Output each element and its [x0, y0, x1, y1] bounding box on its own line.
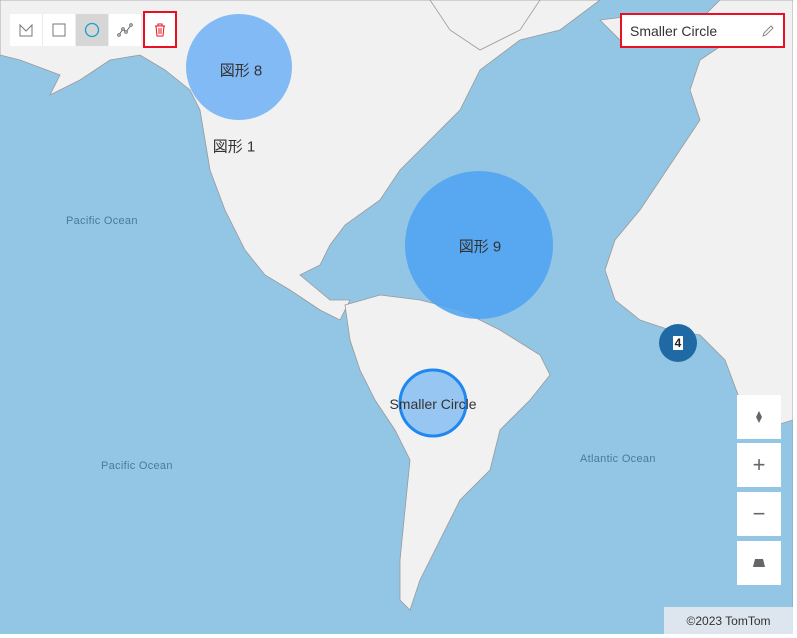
square-icon — [52, 23, 66, 37]
shape-label: 図形 9 — [458, 238, 502, 256]
zoom-out-button[interactable]: − — [737, 492, 781, 536]
pitch-button[interactable] — [737, 541, 781, 585]
compass-icon — [756, 411, 762, 423]
cluster-count: 4 — [672, 336, 684, 350]
shape-label: 図形 8 — [219, 62, 263, 80]
cluster-bubble[interactable]: 4 — [659, 324, 697, 362]
pencil-icon[interactable] — [761, 24, 775, 38]
polygon-icon — [19, 23, 33, 37]
pitch-icon — [753, 559, 765, 567]
shape-label: Smaller Circle — [389, 396, 477, 412]
zoom-in-button[interactable]: + — [737, 443, 781, 487]
draw-rectangle-button[interactable] — [43, 14, 76, 46]
circle-icon — [84, 22, 100, 38]
draw-circle-button[interactable] — [76, 14, 109, 46]
drawn-shapes — [186, 14, 553, 438]
line-icon — [117, 23, 133, 37]
trash-icon — [155, 23, 165, 36]
map[interactable]: Pacific Ocean Pacific Ocean Atlantic Oce… — [0, 0, 793, 634]
attribution: ©2023 TomTom — [664, 607, 793, 634]
shape-label: 図形 1 — [212, 138, 256, 156]
delete-button[interactable] — [143, 11, 177, 48]
draw-line-button[interactable] — [109, 14, 142, 46]
shape-name-value: Smaller Circle — [630, 22, 718, 39]
draw-polygon-button[interactable] — [10, 14, 43, 46]
compass-button[interactable] — [737, 395, 781, 439]
shape-name-field[interactable]: Smaller Circle — [620, 13, 785, 48]
drawing-toolbar — [10, 14, 142, 46]
